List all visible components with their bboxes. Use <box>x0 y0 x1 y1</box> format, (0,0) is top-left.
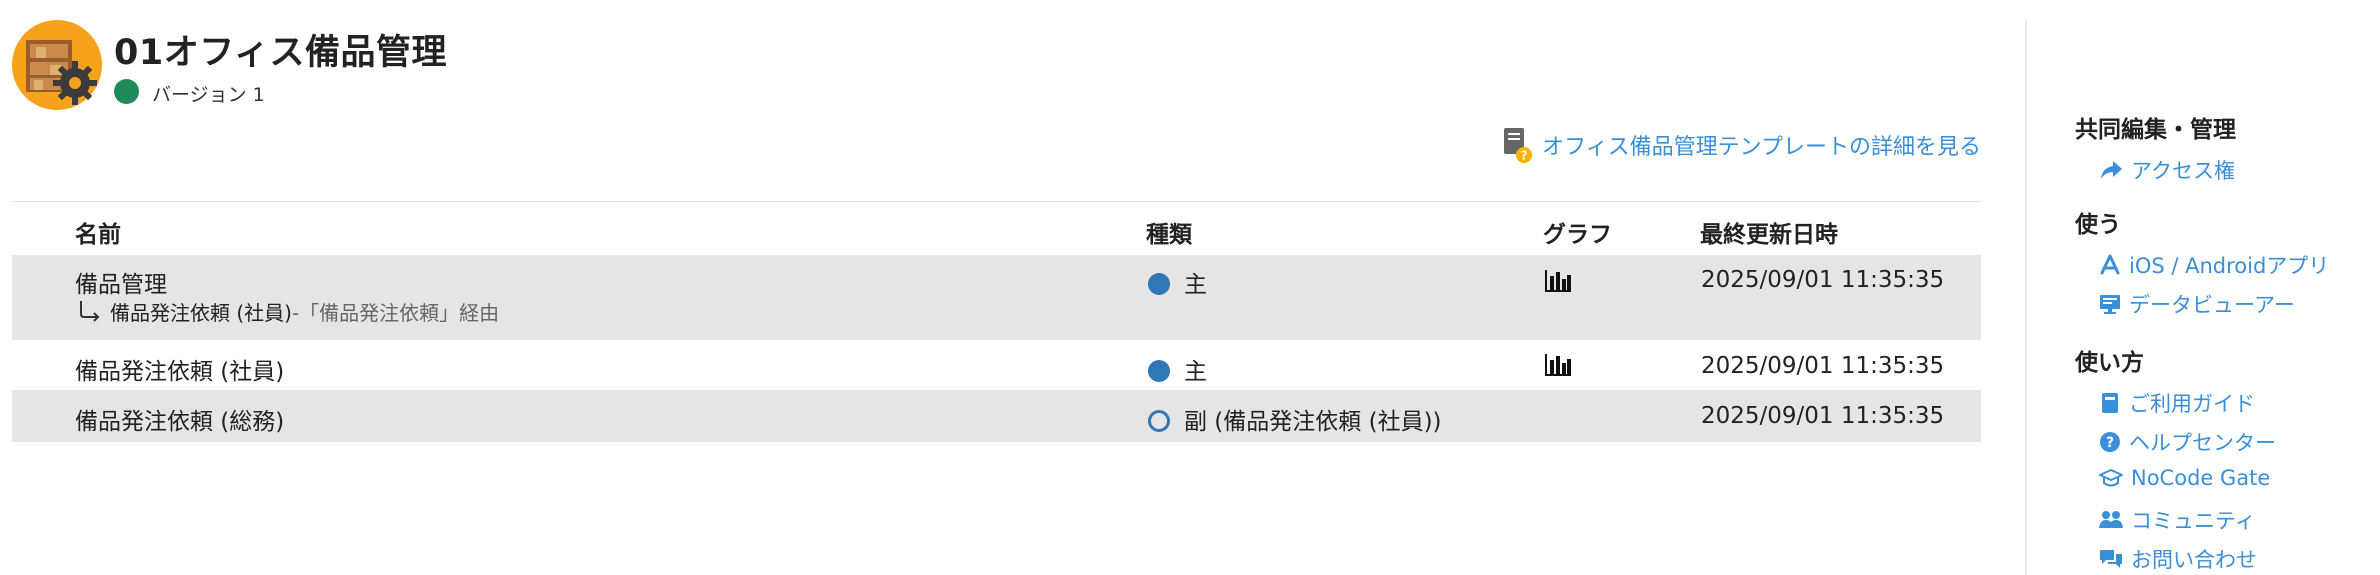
row-name[interactable]: 備品発注依頼 (社員) <box>75 352 284 386</box>
sidebar-link-help-center[interactable]: ? ヘルプセンター <box>2099 427 2276 457</box>
column-header-graph[interactable]: グラフ <box>1543 215 1612 249</box>
row-updated: 2025/09/01 11:35:35 <box>1701 353 1945 379</box>
template-link-label: オフィス備品管理テンプレートの詳細を見る <box>1542 135 1981 160</box>
row-name[interactable]: 備品管理 <box>75 265 167 299</box>
main-table-icon <box>1148 360 1170 382</box>
row-kind: 主 <box>1148 352 1207 386</box>
svg-text:?: ? <box>2106 435 2114 451</box>
app-icon <box>12 20 102 110</box>
column-header-name[interactable]: 名前 <box>75 215 121 249</box>
users-icon <box>2099 511 2123 528</box>
template-doc-help-icon: ? <box>1502 126 1533 164</box>
status-dot <box>114 79 139 104</box>
book-icon <box>2102 393 2118 413</box>
subdirectory-arrow-icon <box>80 301 100 322</box>
table-row[interactable]: 備品管理 備品発注依頼 (社員) -「備品発注依頼」経由 主 2025/09/0… <box>12 255 1981 340</box>
svg-text:?: ? <box>1521 149 1528 163</box>
version-label: バージョン 1 <box>152 84 265 106</box>
template-detail-link[interactable]: ? オフィス備品管理テンプレートの詳細を見る <box>1502 126 1981 164</box>
table-divider <box>12 201 1981 202</box>
graduation-cap-icon <box>2099 469 2123 487</box>
sidebar-link-guide[interactable]: ご利用ガイド <box>2099 388 2255 418</box>
column-header-kind[interactable]: 種類 <box>1146 215 1192 249</box>
row-sub-name: 備品発注依頼 (社員) <box>110 301 292 325</box>
sidebar-link-contact[interactable]: お問い合わせ <box>2099 544 2257 574</box>
row-sub-via: -「備品発注依頼」経由 <box>291 301 500 325</box>
row-updated: 2025/09/01 11:35:35 <box>1701 403 1945 429</box>
row-kind: 主 <box>1148 265 1207 299</box>
sidebar-border <box>2025 20 2027 575</box>
sidebar-link-community[interactable]: コミュニティ <box>2099 505 2256 535</box>
main-table-icon <box>1148 273 1170 295</box>
page-title: 01オフィス備品管理 <box>114 33 448 73</box>
bar-chart-icon[interactable] <box>1545 354 1571 376</box>
chat-bubbles-icon <box>2100 550 2122 568</box>
row-sub-table[interactable]: 備品発注依頼 (社員) -「備品発注依頼」経由 <box>78 297 499 326</box>
row-updated: 2025/09/01 11:35:35 <box>1701 267 1945 293</box>
table-row[interactable]: 備品発注依頼 (社員) 主 2025/09/01 11:35:35 <box>12 340 1981 390</box>
sidebar-heading-howto: 使い方 <box>2075 350 2144 376</box>
table-row[interactable]: 備品発注依頼 (総務) 副 (備品発注依頼 (社員)) 2025/09/01 1… <box>12 390 1981 442</box>
app-store-icon <box>2100 254 2120 275</box>
sidebar-link-access[interactable]: アクセス権 <box>2099 155 2235 185</box>
sidebar-heading-use: 使う <box>2075 212 2121 238</box>
row-name[interactable]: 備品発注依頼 (総務) <box>75 402 284 436</box>
share-arrow-icon <box>2101 161 2122 179</box>
question-circle-icon: ? <box>2100 432 2120 452</box>
sidebar-link-mobile-app[interactable]: iOS / Androidアプリ <box>2099 250 2329 280</box>
row-kind: 副 (備品発注依頼 (社員)) <box>1148 402 1442 436</box>
sub-table-icon <box>1148 410 1170 432</box>
column-header-updated[interactable]: 最終更新日時 <box>1700 215 1838 249</box>
bar-chart-icon[interactable] <box>1545 270 1571 292</box>
sidebar-link-data-viewer[interactable]: データビューアー <box>2099 289 2295 319</box>
sidebar-link-nocode-gate[interactable]: NoCode Gate <box>2099 466 2270 490</box>
monitor-icon <box>2100 295 2120 314</box>
sidebar-heading-collab: 共同編集・管理 <box>2075 117 2236 143</box>
